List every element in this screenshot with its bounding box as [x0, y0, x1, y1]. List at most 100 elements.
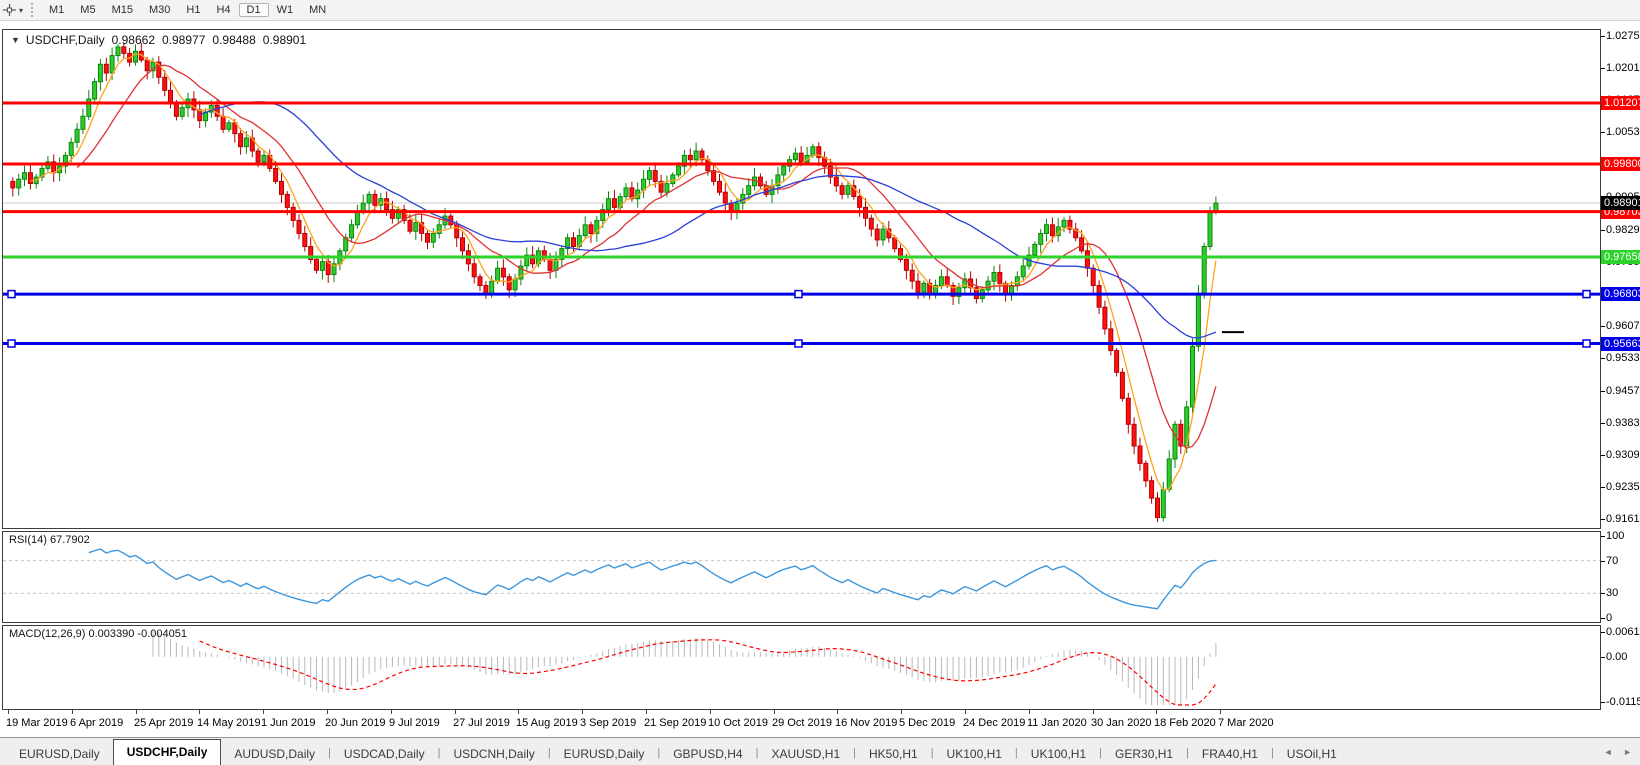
date-axis-label: 27 Jul 2019 — [453, 717, 510, 729]
timeframe-button-m15[interactable]: M15 — [104, 3, 141, 17]
price-axis-tick: 0.92350 — [1606, 481, 1640, 493]
price-level-badge: 0.96803 — [1601, 287, 1640, 301]
price-level-badge: 0.99800 — [1601, 157, 1640, 171]
support-line-0.95663[interactable] — [3, 340, 1600, 347]
date-axis[interactable]: 19 Mar 20196 Apr 201925 Apr 201914 May 2… — [2, 710, 1601, 737]
price-axis-tick: 0.95330 — [1606, 352, 1640, 364]
timeframe-button-d1[interactable]: D1 — [239, 3, 269, 17]
chart-title: ▼ USDCHF,Daily 0.98662 0.98977 0.98488 0… — [11, 33, 306, 47]
timeframe-button-m30[interactable]: M30 — [141, 3, 178, 17]
date-axis-tick — [1029, 710, 1030, 714]
timeframe-button-group: M1M5M15M30H1H4D1W1MN — [41, 3, 334, 17]
price-pane[interactable]: ▼ USDCHF,Daily 0.98662 0.98977 0.98488 0… — [2, 29, 1601, 529]
price-axis-tick: 0.96070 — [1606, 320, 1640, 332]
ohlc-close: 0.98901 — [263, 33, 306, 47]
timeframe-button-m5[interactable]: M5 — [72, 3, 103, 17]
chart-tab-8-hk50-h1[interactable]: HK50,H1 — [856, 744, 931, 765]
date-axis-tick — [646, 710, 647, 714]
timeframe-button-h4[interactable]: H4 — [208, 3, 238, 17]
price-level-badge: 0.97658 — [1601, 250, 1640, 264]
chart-symbol-label: USDCHF,Daily — [26, 33, 105, 47]
date-axis-label: 3 Sep 2019 — [580, 717, 636, 729]
date-axis-tick — [136, 710, 137, 714]
price-axis-tick: 0.93090 — [1606, 449, 1640, 461]
ohlc-high: 0.98977 — [162, 33, 205, 47]
chart-tab-4-usdcnh-daily[interactable]: USDCNH,Daily — [440, 744, 547, 765]
chart-tab-2-audusd-daily[interactable]: AUDUSD,Daily — [221, 744, 328, 765]
macd-indicator-label: MACD(12,26,9) 0.003390 -0.004051 — [9, 628, 187, 640]
line-drag-handle[interactable] — [1583, 291, 1590, 298]
date-axis-label: 21 Sep 2019 — [644, 717, 706, 729]
date-axis-tick — [263, 710, 264, 714]
line-drag-handle[interactable] — [795, 291, 802, 298]
date-axis-tick — [518, 710, 519, 714]
chart-tab-3-usdcad-daily[interactable]: USDCAD,Daily — [331, 744, 438, 765]
chart-tab-13-usoil-h1[interactable]: USOil,H1 — [1274, 744, 1350, 765]
line-drag-handle[interactable] — [8, 291, 15, 298]
line-drag-handle[interactable] — [8, 340, 15, 347]
symbol-dropdown-icon[interactable]: ▼ — [11, 35, 20, 45]
toolbar-grip[interactable] — [31, 3, 33, 17]
chart-tab-6-gbpusd-h4[interactable]: GBPUSD,H4 — [660, 744, 755, 765]
macd-pane[interactable]: MACD(12,26,9) 0.003390 -0.004051 — [2, 625, 1601, 710]
date-axis-label: 10 Oct 2019 — [708, 717, 768, 729]
macd-axis-tick: -0.011531 — [1606, 696, 1640, 708]
price-chart — [3, 30, 1600, 528]
date-axis-label: 24 Dec 2019 — [963, 717, 1025, 729]
date-axis-label: 18 Feb 2020 — [1154, 717, 1216, 729]
price-axis-tick: 0.98290 — [1606, 224, 1640, 236]
chart-tab-10-uk100-h1[interactable]: UK100,H1 — [1018, 744, 1099, 765]
date-axis-tick — [72, 710, 73, 714]
date-axis-label: 29 Oct 2019 — [772, 717, 832, 729]
tab-scroll-right-icon[interactable]: ► — [1623, 747, 1632, 757]
date-axis-tick — [455, 710, 456, 714]
rsi-axis-tick: 30 — [1606, 587, 1618, 599]
date-axis-tick — [837, 710, 838, 714]
support-line-0.96803[interactable] — [3, 291, 1600, 298]
timeframe-button-mn[interactable]: MN — [301, 3, 334, 17]
crosshair-tool-button[interactable] — [2, 3, 17, 17]
line-drag-handle[interactable] — [1583, 340, 1590, 347]
date-axis-label: 20 Jun 2019 — [325, 717, 386, 729]
tool-dropdown-caret[interactable]: ▾ — [19, 6, 23, 15]
tab-scroll-left-icon[interactable]: ◄ — [1604, 747, 1613, 757]
candles — [11, 43, 1218, 523]
macd-axis-tick: 0.00 — [1606, 651, 1627, 663]
chart-tab-12-fra40-h1[interactable]: FRA40,H1 — [1189, 744, 1271, 765]
date-axis-tick — [774, 710, 775, 714]
price-axis[interactable]: 1.027501.020101.012701.005300.997900.990… — [1601, 21, 1640, 737]
chart-tab-5-eurusd-daily[interactable]: EURUSD,Daily — [551, 744, 658, 765]
crosshair-icon — [2, 3, 17, 17]
ohlc-open: 0.98662 — [112, 33, 155, 47]
date-axis-label: 9 Jul 2019 — [389, 717, 440, 729]
chart-tab-1-usdchf-daily[interactable]: USDCHF,Daily — [113, 739, 222, 765]
rsi-axis-tick: 100 — [1606, 530, 1624, 542]
date-axis-tick — [710, 710, 711, 714]
rsi-indicator-label: RSI(14) 67.7902 — [9, 534, 90, 546]
date-axis-label: 7 Mar 2020 — [1218, 717, 1274, 729]
chart-tab-9-uk100-h1[interactable]: UK100,H1 — [934, 744, 1015, 765]
date-axis-tick — [901, 710, 902, 714]
date-axis-label: 1 Jun 2019 — [261, 717, 315, 729]
date-axis-label: 19 Mar 2019 — [6, 717, 68, 729]
tab-strip: EURUSD,DailyUSDCHF,DailyAUDUSD,Daily|USD… — [6, 739, 1350, 765]
price-axis-tick: 1.02750 — [1606, 30, 1640, 42]
timeframe-button-w1[interactable]: W1 — [269, 3, 302, 17]
tab-scroll-arrows: ◄ ► — [1596, 747, 1632, 757]
chart-tab-11-ger30-h1[interactable]: GER30,H1 — [1102, 744, 1186, 765]
date-axis-label: 11 Jan 2020 — [1027, 717, 1087, 729]
timeframe-button-h1[interactable]: H1 — [178, 3, 208, 17]
date-axis-tick — [1156, 710, 1157, 714]
macd-axis-tick: 0.006167 — [1606, 626, 1640, 638]
price-axis-tick: 0.91610 — [1606, 513, 1640, 525]
rsi-pane[interactable]: RSI(14) 67.7902 — [2, 531, 1601, 623]
date-axis-tick — [1220, 710, 1221, 714]
chart-tab-7-xauusd-h1[interactable]: XAUUSD,H1 — [758, 744, 853, 765]
date-axis-label: 25 Apr 2019 — [134, 717, 193, 729]
date-axis-label: 30 Jan 2020 — [1091, 717, 1152, 729]
chart-tab-0-eurusd-daily[interactable]: EURUSD,Daily — [6, 744, 113, 765]
timeframe-button-m1[interactable]: M1 — [41, 3, 72, 17]
line-drag-handle[interactable] — [795, 340, 802, 347]
price-level-badge: 0.95663 — [1601, 337, 1640, 351]
date-axis-tick — [1093, 710, 1094, 714]
